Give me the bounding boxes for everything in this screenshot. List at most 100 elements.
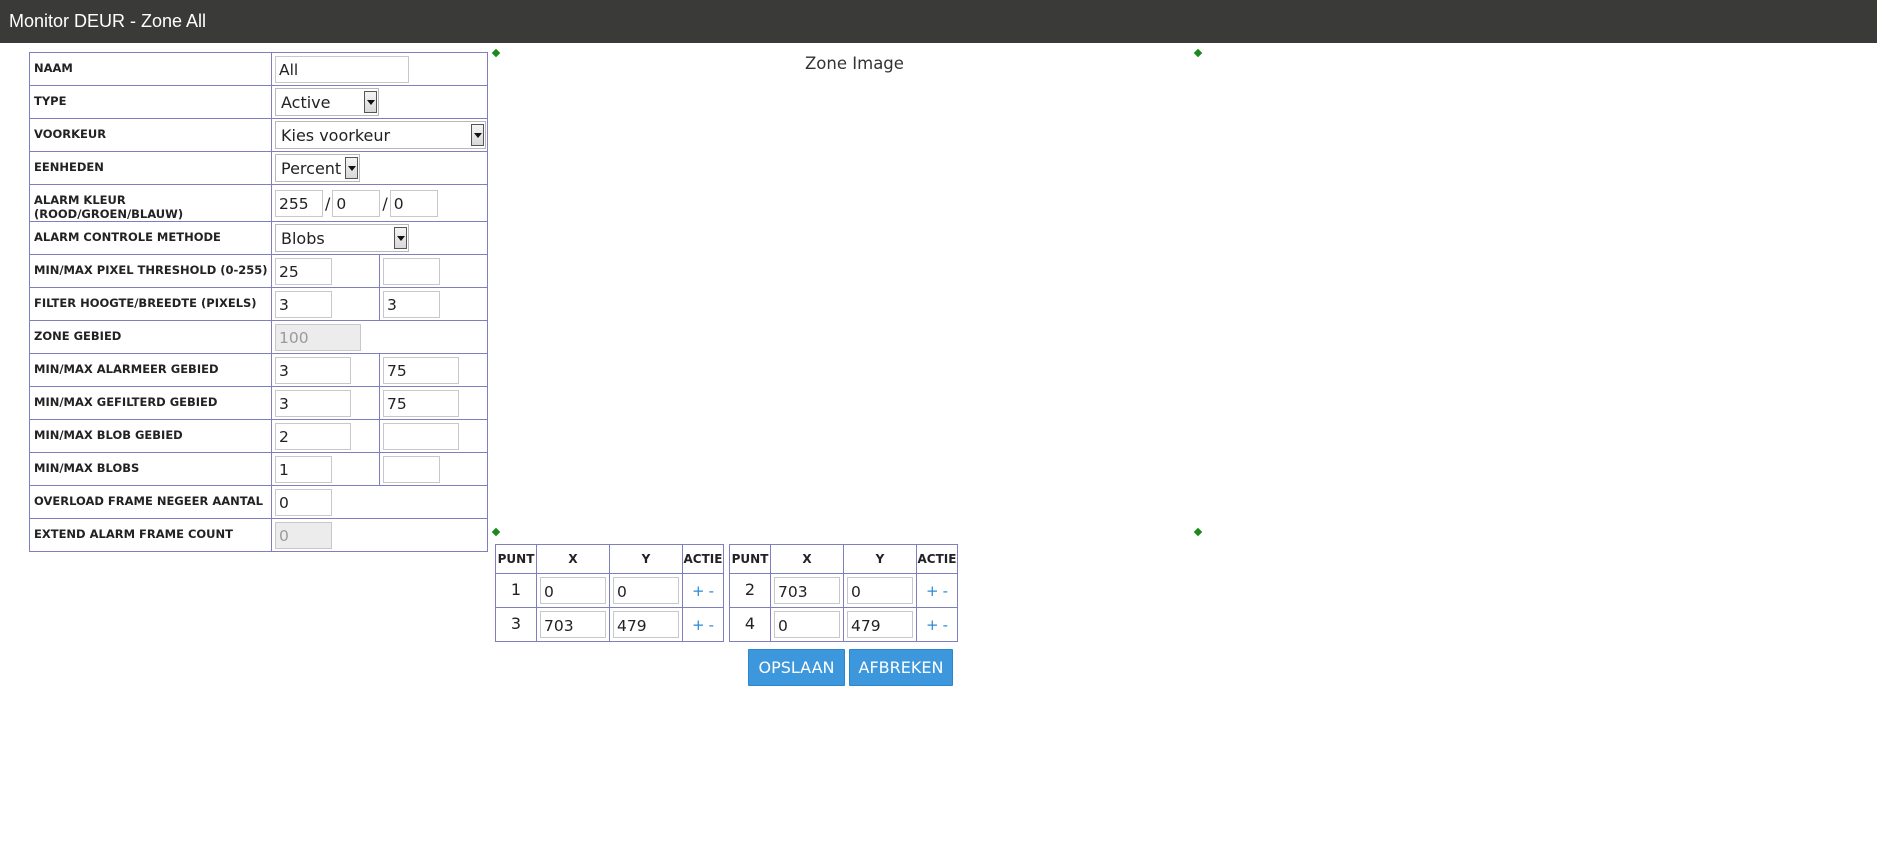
- alarm-area-label: MIN/MAX ALARMEER GEBIED: [29, 353, 272, 387]
- preset-select[interactable]: Kies voorkeur: [275, 121, 486, 149]
- settings-row-overload-frames: OVERLOAD FRAME NEGEER AANTAL: [29, 485, 488, 519]
- point-y-input[interactable]: [847, 611, 913, 638]
- alarm-color-label: ALARM KLEUR (ROOD/GROEN/BLAUW): [29, 184, 272, 222]
- units-select-value: Percent: [281, 159, 342, 178]
- points-table-left: PUNT X Y ACTIE 1 +- 3 +-: [495, 544, 724, 642]
- preset-select-value: Kies voorkeur: [281, 126, 391, 145]
- point-x-input[interactable]: [540, 611, 606, 638]
- point-row: 2 +-: [729, 573, 958, 608]
- point-number: 4: [729, 607, 771, 642]
- settings-row-type: TYPE Active: [29, 85, 488, 119]
- filter-size-label: FILTER HOOGTE/BREEDTE (PIXELS): [29, 287, 272, 321]
- units-select[interactable]: Percent: [275, 154, 360, 182]
- remove-point-button[interactable]: -: [943, 582, 948, 600]
- type-select-value: Active: [281, 93, 331, 112]
- type-label: TYPE: [29, 85, 272, 119]
- cancel-button[interactable]: AFBREKEN: [849, 649, 953, 686]
- settings-row-check-method: ALARM CONTROLE METHODE Blobs: [29, 221, 488, 255]
- zone-point-handle-2[interactable]: [1193, 48, 1203, 58]
- point-number: 2: [729, 573, 771, 608]
- alarm-color-separator: /: [382, 193, 388, 213]
- point-row: 4 +-: [729, 607, 958, 642]
- point-y-input[interactable]: [613, 577, 679, 604]
- zone-settings-table: NAAM TYPE Active VOORKEUR Kies voorkeur …: [29, 52, 488, 552]
- alarm-color-separator: /: [325, 193, 331, 213]
- add-point-button[interactable]: +: [926, 582, 939, 600]
- check-method-select-value: Blobs: [281, 229, 325, 248]
- point-x-input[interactable]: [540, 577, 606, 604]
- add-point-button[interactable]: +: [926, 616, 939, 634]
- point-column-header: PUNT: [729, 544, 771, 574]
- dropdown-arrow-icon: [471, 124, 484, 146]
- point-row: 3 +-: [495, 607, 724, 642]
- point-row: 1 +-: [495, 573, 724, 608]
- extend-alarm-frames-input: [275, 521, 332, 549]
- zone-point-handle-4[interactable]: [491, 527, 501, 537]
- blobs-label: MIN/MAX BLOBS: [29, 452, 272, 486]
- filtered-area-label: MIN/MAX GEFILTERD GEBIED: [29, 386, 272, 420]
- settings-row-zone-area: ZONE GEBIED: [29, 320, 488, 354]
- save-button[interactable]: OPSLAAN: [748, 649, 845, 686]
- units-label: EENHEDEN: [29, 151, 272, 185]
- action-column-header: ACTIE: [682, 544, 724, 574]
- extend-alarm-frames-label: EXTEND ALARM FRAME COUNT: [29, 518, 272, 552]
- type-select[interactable]: Active: [275, 88, 379, 116]
- settings-row-name: NAAM: [29, 52, 488, 86]
- filtered-area-max-input[interactable]: [383, 389, 459, 417]
- dropdown-arrow-icon: [345, 157, 358, 179]
- overload-frames-input[interactable]: [275, 488, 332, 516]
- point-x-input[interactable]: [774, 611, 840, 638]
- remove-point-button[interactable]: -: [709, 616, 714, 634]
- alarm-color-green-input[interactable]: [332, 189, 381, 217]
- blobs-min-input[interactable]: [275, 455, 332, 483]
- alarm-color-red-input[interactable]: [275, 189, 323, 217]
- points-table-right: PUNT X Y ACTIE 2 +- 4 +-: [729, 544, 958, 642]
- settings-row-units: EENHEDEN Percent: [29, 151, 488, 185]
- point-y-input[interactable]: [847, 577, 913, 604]
- filter-height-input[interactable]: [275, 290, 332, 318]
- settings-row-preset: VOORKEUR Kies voorkeur: [29, 118, 488, 152]
- points-header-row: PUNT X Y ACTIE: [729, 544, 958, 574]
- dropdown-arrow-icon: [364, 91, 377, 113]
- alarm-color-blue-input[interactable]: [389, 189, 438, 217]
- pixel-threshold-max-input[interactable]: [383, 257, 440, 285]
- blob-area-min-input[interactable]: [275, 422, 351, 450]
- zone-point-handle-1[interactable]: [491, 48, 501, 58]
- zone-area-input: [275, 323, 361, 351]
- settings-row-blobs: MIN/MAX BLOBS: [29, 452, 488, 486]
- blobs-max-input[interactable]: [383, 455, 440, 483]
- filtered-area-min-input[interactable]: [275, 389, 351, 417]
- point-y-input[interactable]: [613, 611, 679, 638]
- add-point-button[interactable]: +: [692, 582, 705, 600]
- alarm-area-min-input[interactable]: [275, 356, 351, 384]
- zone-area-label: ZONE GEBIED: [29, 320, 272, 354]
- dropdown-arrow-icon: [394, 227, 407, 249]
- zone-point-handle-3[interactable]: [1193, 527, 1203, 537]
- check-method-select[interactable]: Blobs: [275, 224, 409, 252]
- remove-point-button[interactable]: -: [943, 616, 948, 634]
- pixel-threshold-label: MIN/MAX PIXEL THRESHOLD (0-255): [29, 254, 272, 288]
- zone-image: Zone Image: [805, 54, 904, 73]
- overload-frames-label: OVERLOAD FRAME NEGEER AANTAL: [29, 485, 272, 519]
- settings-row-pixel-threshold: MIN/MAX PIXEL THRESHOLD (0-255): [29, 254, 488, 288]
- name-input[interactable]: [275, 55, 409, 83]
- alarm-area-max-input[interactable]: [383, 356, 459, 384]
- window-title: Monitor DEUR - Zone All: [0, 0, 1877, 43]
- preset-label: VOORKEUR: [29, 118, 272, 152]
- point-x-input[interactable]: [774, 577, 840, 604]
- add-point-button[interactable]: +: [692, 616, 705, 634]
- action-column-header: ACTIE: [916, 544, 958, 574]
- settings-row-filter-size: FILTER HOOGTE/BREEDTE (PIXELS): [29, 287, 488, 321]
- x-column-header: X: [536, 544, 610, 574]
- point-column-header: PUNT: [495, 544, 537, 574]
- pixel-threshold-min-input[interactable]: [275, 257, 332, 285]
- blob-area-max-input[interactable]: [383, 422, 459, 450]
- x-column-header: X: [770, 544, 844, 574]
- settings-row-filtered-area: MIN/MAX GEFILTERD GEBIED: [29, 386, 488, 420]
- y-column-header: Y: [843, 544, 917, 574]
- settings-row-blob-area: MIN/MAX BLOB GEBIED: [29, 419, 488, 453]
- settings-row-extend-alarm-frames: EXTEND ALARM FRAME COUNT: [29, 518, 488, 552]
- filter-width-input[interactable]: [383, 290, 440, 318]
- points-header-row: PUNT X Y ACTIE: [495, 544, 724, 574]
- remove-point-button[interactable]: -: [709, 582, 714, 600]
